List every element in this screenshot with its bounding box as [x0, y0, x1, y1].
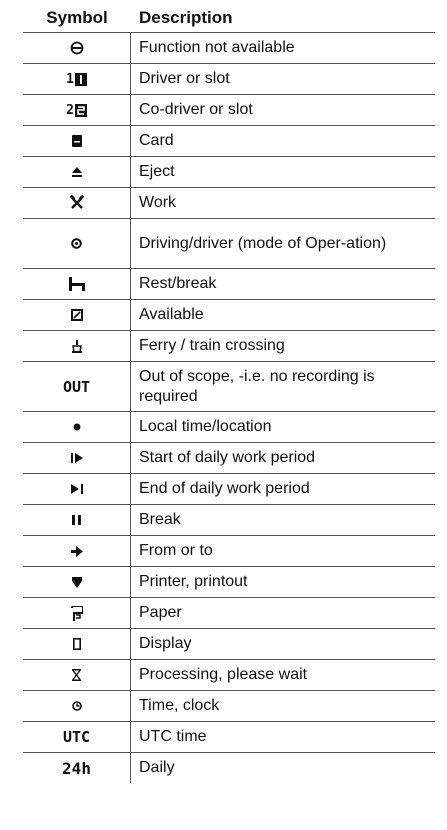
description-cell: Time, clock — [139, 697, 220, 714]
description-cell: Break — [139, 511, 181, 528]
table-row: 24h Daily — [23, 753, 435, 783]
table-row: Eject — [23, 157, 435, 188]
end-period-icon — [70, 484, 83, 494]
description-cell: Driver or slot — [139, 70, 230, 87]
description-cell: Function not available — [139, 39, 295, 56]
description-cell: Driving/driver (mode of Oper-ation) — [139, 234, 387, 252]
table-row: Function not available — [23, 33, 435, 64]
description-cell: UTC time — [139, 728, 207, 745]
description-cell: Paper — [139, 604, 182, 621]
description-cell: Processing, please wait — [139, 666, 308, 683]
description-cell: Rest/break — [139, 275, 217, 292]
eject-icon — [71, 167, 82, 177]
table-row: Rest/break — [23, 269, 435, 300]
description-cell: Local time/location — [139, 418, 272, 435]
table-row: Work — [23, 188, 435, 219]
clock-icon — [71, 701, 82, 711]
description-cell: Co-driver or slot — [139, 101, 253, 118]
table-row: Available — [23, 300, 435, 331]
table-row: Card — [23, 126, 435, 157]
description-cell: Out of scope, -i.e. no recording is requ… — [139, 367, 375, 405]
arrow-right-icon — [70, 545, 83, 557]
header-symbol: Symbol — [46, 8, 108, 27]
out-text-icon: OUT — [62, 377, 91, 396]
table-row: Display — [23, 629, 435, 660]
table-row: Paper — [23, 598, 435, 629]
hourglass-icon — [72, 669, 81, 681]
header-description: Description — [139, 8, 233, 27]
description-cell: Display — [139, 635, 192, 652]
description-cell: From or to — [139, 542, 213, 559]
table-row: OUT Out of scope, -i.e. no recording is … — [23, 362, 435, 412]
ferry-icon — [71, 339, 82, 353]
description-cell: Card — [139, 132, 174, 149]
slot-number: 2 — [66, 102, 74, 118]
bed-rest-icon — [68, 277, 85, 291]
description-cell: Printer, printout — [139, 573, 248, 590]
dot-icon — [73, 423, 80, 431]
description-cell: Work — [139, 194, 177, 211]
table-row: Local time/location — [23, 412, 435, 443]
table-row: Ferry / train crossing — [23, 331, 435, 362]
driver-slot-1-icon: 1 — [23, 64, 131, 94]
description-cell: Ferry / train crossing — [139, 337, 285, 354]
paper-icon — [70, 605, 83, 621]
table-header: Symbol Description — [23, 4, 435, 33]
table-row: Driving/driver (mode of Oper-ation) — [23, 219, 435, 269]
table-row: Time, clock — [23, 691, 435, 722]
utc-text-icon: UTC — [62, 728, 91, 746]
table-row: Start of daily work period — [23, 443, 435, 474]
card-icon — [71, 135, 82, 147]
minus-circle-icon — [70, 41, 83, 55]
description-cell: Eject — [139, 163, 175, 180]
table-row: 2 Co-driver or slot — [23, 95, 435, 126]
table-row: Break — [23, 505, 435, 536]
description-cell: End of daily work period — [139, 480, 310, 497]
description-cell: Available — [139, 306, 204, 323]
description-cell: Daily — [139, 759, 175, 776]
24h-text-icon: 24h — [62, 758, 91, 778]
codriver-slot-2-icon: 2 — [23, 95, 131, 125]
work-hammers-icon — [69, 195, 84, 209]
table-row: UTC UTC time — [23, 722, 435, 753]
slot-number: 1 — [66, 71, 74, 87]
description-cell: Start of daily work period — [139, 449, 316, 466]
pause-icon — [72, 515, 81, 525]
start-period-icon — [70, 453, 83, 463]
table-row: Processing, please wait — [23, 660, 435, 691]
table-row: From or to — [23, 536, 435, 567]
printer-icon — [71, 576, 82, 588]
table-row: End of daily work period — [23, 474, 435, 505]
available-icon — [70, 309, 83, 321]
display-icon — [72, 638, 81, 650]
symbol-table: Symbol Description Function not availabl… — [23, 4, 435, 783]
table-row: 1 Driver or slot — [23, 64, 435, 95]
steering-wheel-icon — [71, 238, 82, 249]
table-row: Printer, printout — [23, 567, 435, 598]
